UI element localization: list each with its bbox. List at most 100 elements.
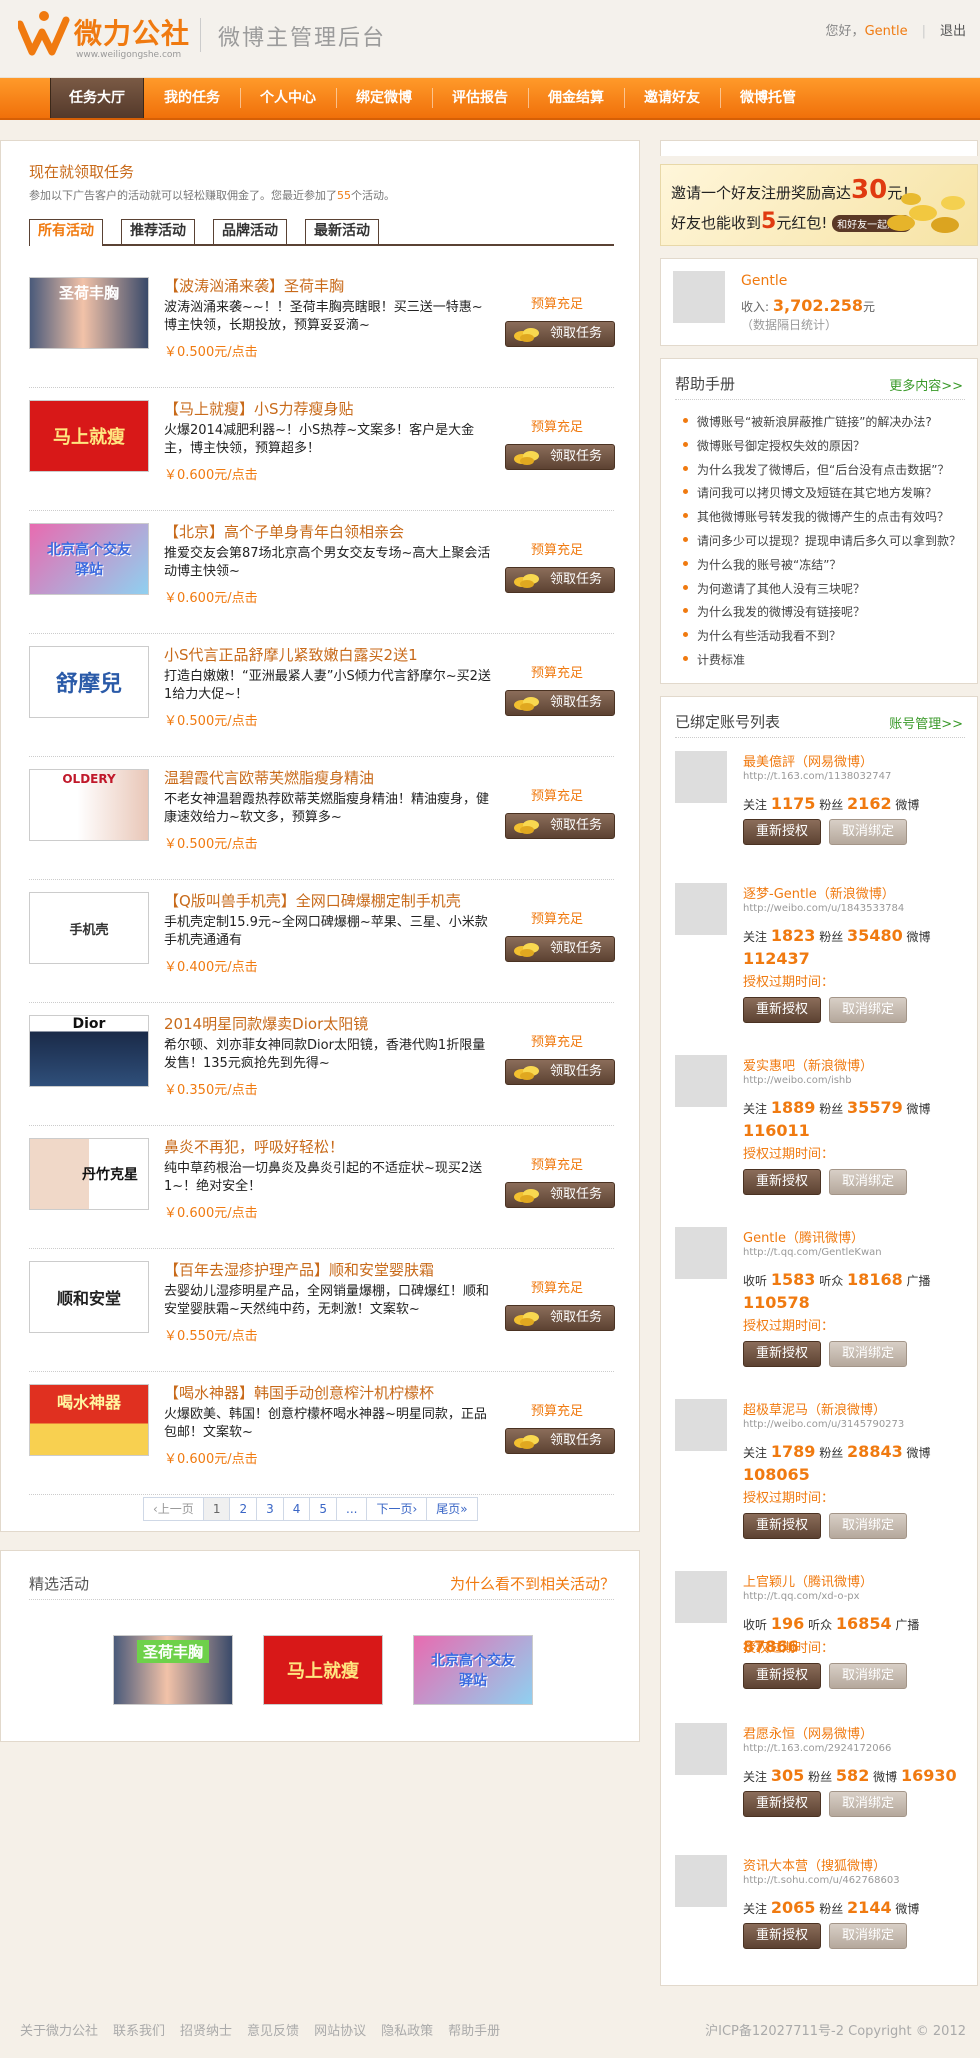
prev-page-button[interactable]: ‹上一页 [143, 1497, 204, 1521]
account-avatar[interactable] [675, 1855, 727, 1907]
featured-item[interactable]: 马上就瘦 [263, 1635, 383, 1705]
task-image[interactable]: 顺和安堂 [29, 1261, 149, 1333]
task-image[interactable]: 喝水神器 [29, 1384, 149, 1456]
help-more-link[interactable]: 更多内容>> [889, 375, 963, 394]
account-manage-link[interactable]: 账号管理>> [889, 713, 963, 732]
claim-task-button[interactable]: 领取任务 [505, 444, 615, 470]
account-url[interactable]: http://t.qq.com/xd-o-px [743, 1591, 860, 1602]
account-url[interactable]: http://t.sohu.com/u/462768603 [743, 1875, 900, 1886]
help-link[interactable]: 为什么有些活动我看不到？ [683, 627, 841, 644]
unbind-button[interactable]: 取消绑定 [829, 1791, 907, 1817]
tab-brand[interactable]: 品牌活动 [213, 219, 287, 244]
task-title[interactable]: 【喝水神器】韩国手动创意榨汁机柠檬杯 [164, 1382, 434, 1403]
page-button[interactable]: 4 [282, 1497, 311, 1521]
account-name[interactable]: 资讯大本营（搜狐微博） [743, 1855, 886, 1874]
reauthorize-button[interactable]: 重新授权 [743, 819, 821, 845]
account-name[interactable]: 最美億評（网易微博） [743, 751, 873, 770]
unbind-button[interactable]: 取消绑定 [829, 1513, 907, 1539]
account-avatar[interactable] [675, 1723, 727, 1775]
page-button[interactable]: 5 [309, 1497, 338, 1521]
reauthorize-button[interactable]: 重新授权 [743, 1791, 821, 1817]
task-image[interactable]: OLDERY [29, 769, 149, 841]
task-title[interactable]: 小S代言正品舒摩儿紧致嫩白露买2送1 [164, 644, 418, 665]
reauthorize-button[interactable]: 重新授权 [743, 1513, 821, 1539]
help-link[interactable]: 请问多少可以提现？提现申请后多久可以拿到款？ [683, 532, 961, 549]
help-link[interactable]: 为什么我发的微博没有链接呢？ [683, 603, 865, 620]
why-not-visible-link[interactable]: 为什么看不到相关活动？ [450, 1573, 615, 1594]
nav-bind-weibo[interactable]: 绑定微博 [337, 78, 431, 118]
account-avatar[interactable] [675, 883, 727, 935]
task-title[interactable]: 鼻炎不再犯，呼吸好轻松！ [164, 1136, 344, 1157]
help-link[interactable]: 微博账号御定授权失效的原因？ [683, 437, 865, 454]
account-url[interactable]: http://weibo.com/u/1843533784 [743, 903, 904, 914]
account-url[interactable]: http://t.163.com/1138032747 [743, 771, 891, 782]
help-link[interactable]: 为什么我发了微博后，但“后台没有点击数据”？ [683, 461, 949, 478]
help-link[interactable]: 为何邀请了其他人没有三块呢？ [683, 580, 865, 597]
claim-task-button[interactable]: 领取任务 [505, 1428, 615, 1454]
task-image[interactable]: 北京高个交友驿站 [29, 523, 149, 595]
tab-recommended[interactable]: 推荐活动 [121, 219, 195, 244]
account-avatar[interactable] [675, 1055, 727, 1107]
task-image[interactable]: 丹竹克星 [29, 1138, 149, 1210]
nav-report[interactable]: 评估报告 [433, 78, 527, 118]
nav-task-hall[interactable]: 任务大厅 [50, 78, 144, 118]
logout-link[interactable]: 退出 [940, 24, 966, 39]
reauthorize-button[interactable]: 重新授权 [743, 1169, 821, 1195]
avatar[interactable] [673, 271, 725, 323]
help-link[interactable]: 为什么我的账号被“冻结”？ [683, 556, 841, 573]
reauthorize-button[interactable]: 重新授权 [743, 997, 821, 1023]
account-name[interactable]: 超极草泥马（新浪微博） [743, 1399, 886, 1418]
account-name[interactable]: 上官颖儿（腾讯微博） [743, 1571, 873, 1590]
account-name[interactable]: 爱实惠吧（新浪微博） [743, 1055, 873, 1074]
nav-invite[interactable]: 邀请好友 [625, 78, 719, 118]
unbind-button[interactable]: 取消绑定 [829, 1341, 907, 1367]
nav-personal-center[interactable]: 个人中心 [241, 78, 335, 118]
task-image[interactable]: 舒摩兒 [29, 646, 149, 718]
tab-all[interactable]: 所有活动 [29, 219, 103, 246]
task-title[interactable]: 2014明星同款爆卖Dior太阳镜 [164, 1013, 368, 1034]
account-name[interactable]: 逐梦-Gentle（新浪微博） [743, 883, 895, 902]
task-image[interactable]: 马上就瘦 [29, 400, 149, 472]
account-avatar[interactable] [675, 1399, 727, 1451]
task-title[interactable]: 【马上就瘦】小S力荐瘦身贴 [164, 398, 354, 419]
page-button[interactable]: 1 [202, 1497, 231, 1521]
site-logo[interactable]: 微力公社 www.weiligongshe.com [18, 8, 189, 62]
tab-latest[interactable]: 最新活动 [305, 219, 379, 244]
last-page-button[interactable]: 尾页» [426, 1497, 478, 1521]
footer-link[interactable]: 联系我们 [113, 2024, 165, 2039]
claim-task-button[interactable]: 领取任务 [505, 567, 615, 593]
account-url[interactable]: http://weibo.com/ishb [743, 1075, 852, 1086]
task-title[interactable]: 【波涛汹涌来袭】圣荷丰胸 [164, 275, 344, 296]
help-link[interactable]: 请问我可以拷贝博文及短链在其它地方发嘛？ [683, 484, 937, 501]
footer-link[interactable]: 网站协议 [314, 2024, 366, 2039]
task-image[interactable]: 圣荷丰胸 [29, 277, 149, 349]
task-image[interactable]: 手机壳 [29, 892, 149, 964]
page-button[interactable]: 3 [256, 1497, 284, 1521]
footer-link[interactable]: 意见反馈 [247, 2024, 299, 2039]
footer-link[interactable]: 关于微力公社 [20, 2024, 98, 2039]
task-title[interactable]: 温碧霞代言欧蒂芙燃脂瘦身精油 [164, 767, 374, 788]
account-url[interactable]: http://t.163.com/2924172066 [743, 1743, 891, 1754]
task-image[interactable]: Dior [29, 1015, 149, 1087]
profile-name[interactable]: Gentle [741, 273, 787, 289]
footer-link[interactable]: 隐私政策 [381, 2024, 433, 2039]
help-link[interactable]: 微博账号“被新浪屏蔽推广链接”的解决办法? [683, 413, 932, 430]
account-name[interactable]: 君愿永恒（网易微博） [743, 1723, 873, 1742]
task-title[interactable]: 【北京】高个子单身青年白领相亲会 [164, 521, 404, 542]
task-title[interactable]: 【百年去湿疹护理产品】顺和安堂婴肤霜 [164, 1259, 434, 1280]
claim-task-button[interactable]: 领取任务 [505, 690, 615, 716]
account-avatar[interactable] [675, 1571, 727, 1623]
unbind-button[interactable]: 取消绑定 [829, 1169, 907, 1195]
help-link[interactable]: 计费标准 [683, 651, 745, 668]
reauthorize-button[interactable]: 重新授权 [743, 1663, 821, 1689]
featured-item[interactable]: 北京高个交友驿站 [413, 1635, 533, 1705]
nav-my-tasks[interactable]: 我的任务 [145, 78, 239, 118]
account-name[interactable]: Gentle（腾讯微博） [743, 1227, 864, 1246]
claim-task-button[interactable]: 领取任务 [505, 1305, 615, 1331]
claim-task-button[interactable]: 领取任务 [505, 321, 615, 347]
reauthorize-button[interactable]: 重新授权 [743, 1923, 821, 1949]
help-link[interactable]: 其他微博账号转发我的微博产生的点击有效吗？ [683, 508, 949, 525]
footer-link[interactable]: 招贤纳士 [180, 2024, 232, 2039]
account-avatar[interactable] [675, 1227, 727, 1279]
nav-settlement[interactable]: 佣金结算 [529, 78, 623, 118]
